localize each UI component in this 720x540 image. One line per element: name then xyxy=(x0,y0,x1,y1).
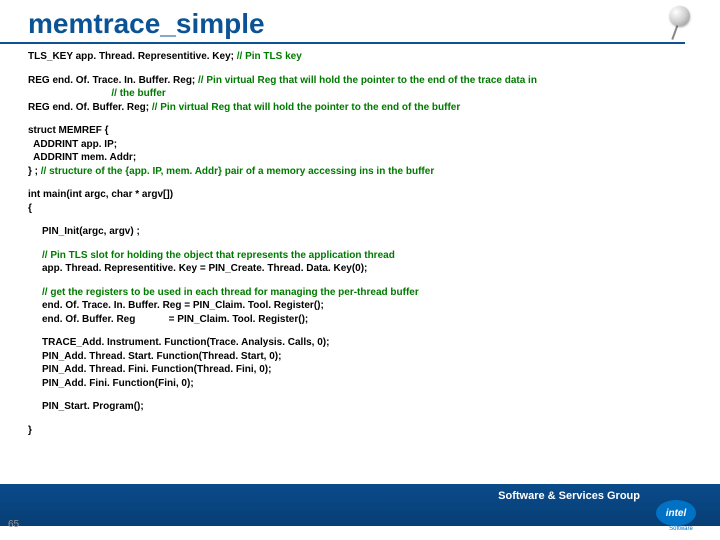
code-line: // Pin TLS slot for holding the object t… xyxy=(28,249,692,276)
code-line: PIN_Start. Program(); xyxy=(28,400,692,414)
code-main: int main(int argc, char * argv[]) { xyxy=(28,188,692,215)
footer-bar: Software & Services Group 65 intel Softw… xyxy=(0,484,720,540)
pushpin-icon xyxy=(662,6,698,42)
intel-logo: intel Software xyxy=(656,500,706,534)
slide-title: memtrace_simple xyxy=(0,0,685,44)
code-struct: struct MEMREF { ADDRINT app. IP; ADDRINT… xyxy=(28,124,692,178)
slide-number: 65 xyxy=(8,519,19,530)
code-line: } xyxy=(28,424,692,438)
code-line: // get the registers to be used in each … xyxy=(28,286,692,327)
code-line: TRACE_Add. Instrument. Function(Trace. A… xyxy=(28,336,692,390)
footer-label: Software & Services Group xyxy=(498,490,640,502)
code-content: TLS_KEY app. Thread. Representitive. Key… xyxy=(0,50,720,437)
code-line: PIN_Init(argc, argv) ; xyxy=(28,225,692,239)
code-line: TLS_KEY app. Thread. Representitive. Key… xyxy=(28,50,692,64)
code-line: REG end. Of. Trace. In. Buffer. Reg; // … xyxy=(28,74,692,115)
